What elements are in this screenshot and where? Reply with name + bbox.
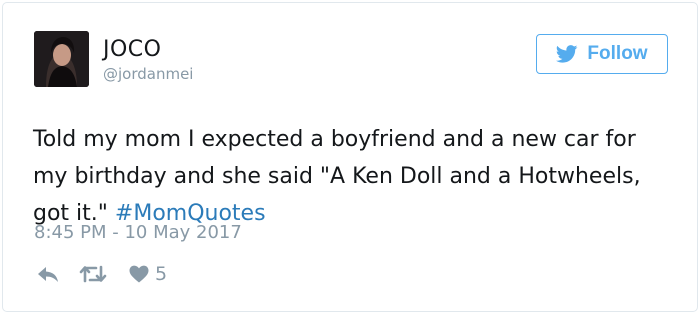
like-button[interactable]: 5: [129, 263, 167, 285]
reply-icon: [38, 267, 58, 282]
tweet-text: Told my mom I expected a boyfriend and a…: [33, 121, 663, 232]
author-handle[interactable]: @jordanmei: [103, 65, 193, 83]
like-count: 5: [155, 263, 168, 285]
timestamp[interactable]: 8:45 PM - 10 May 2017: [34, 222, 242, 243]
retweet-icon: [79, 265, 107, 283]
avatar-photo: [34, 31, 89, 87]
author-name[interactable]: JOCO: [103, 37, 161, 62]
tweet-card: JOCO @jordanmei Follow Told my mom I exp…: [2, 2, 698, 312]
twitter-bird-icon: [556, 45, 578, 63]
heart-icon: [129, 265, 149, 283]
retweet-button[interactable]: [79, 264, 107, 284]
tweet-actions: 5: [37, 262, 167, 286]
reply-button[interactable]: [37, 265, 59, 283]
avatar[interactable]: [34, 31, 89, 87]
follow-button[interactable]: Follow: [536, 34, 668, 74]
follow-label: Follow: [587, 43, 648, 64]
